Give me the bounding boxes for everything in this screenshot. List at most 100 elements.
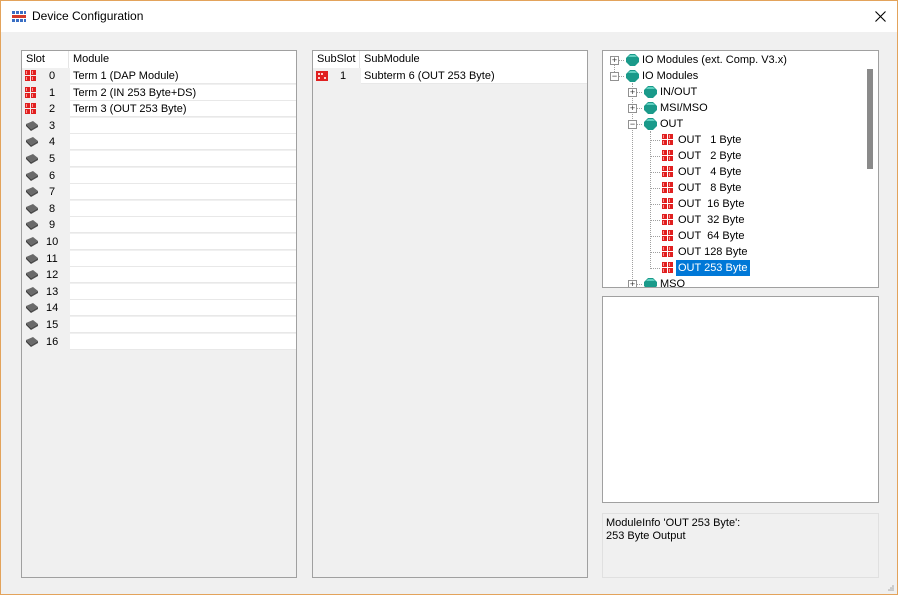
- module-info-title: ModuleInfo 'OUT 253 Byte':: [606, 517, 741, 529]
- slot-module-table[interactable]: Slot Module 0 Term 1 (DAP Module) 1 Term 2 …: [21, 50, 297, 578]
- module-info-description: 253 Byte Output: [606, 530, 686, 542]
- resize-grip-icon[interactable]: [887, 584, 895, 592]
- module-red-icon: [662, 262, 673, 273]
- slot-row[interactable]: 6: [22, 167, 296, 184]
- empty-slot-icon: [26, 120, 38, 131]
- expand-icon[interactable]: +: [628, 104, 637, 113]
- device-configuration-window: Device Configuration Slot Module 0 Term 1…: [0, 0, 898, 595]
- module-red-icon: [662, 230, 673, 241]
- slot-column-header[interactable]: Slot: [22, 51, 69, 68]
- slot-row[interactable]: 10: [22, 234, 296, 250]
- module-name: [70, 317, 296, 333]
- empty-slot-icon: [26, 303, 38, 314]
- tree-node-label: OUT 128 Byte: [678, 246, 748, 258]
- module-name: [70, 250, 296, 267]
- slot-row[interactable]: 11: [22, 250, 296, 267]
- tree-node-label: OUT 1 Byte: [678, 134, 742, 146]
- expand-icon[interactable]: +: [628, 88, 637, 97]
- slot-number: 5: [48, 153, 56, 165]
- submodule-name: Subterm 6 (OUT 253 Byte): [361, 68, 587, 84]
- empty-slot-icon: [26, 203, 38, 214]
- module-name: [70, 333, 296, 350]
- expand-icon[interactable]: +: [628, 280, 637, 287]
- slot-row[interactable]: 13: [22, 283, 296, 300]
- slot-row[interactable]: 12: [22, 267, 296, 284]
- slot-number: 15: [46, 319, 59, 331]
- module-catalog-tree[interactable]: + IO Modules (ext. Comp. V3.x) − IO Modules…: [602, 50, 879, 288]
- tree-node-label: MSO: [660, 278, 686, 288]
- slot-row[interactable]: 3: [22, 117, 296, 134]
- module-red-icon: [662, 198, 673, 209]
- module-name: Term 2 (IN 253 Byte+DS): [70, 84, 296, 101]
- slot-row[interactable]: 15: [22, 317, 296, 333]
- device-config-app-icon: [11, 10, 27, 23]
- tree-node-label: OUT 64 Byte: [678, 230, 745, 242]
- module-group-icon: [644, 86, 657, 98]
- collapse-icon[interactable]: −: [628, 120, 637, 129]
- slot-number: 13: [46, 285, 59, 298]
- empty-slot-icon: [26, 137, 38, 148]
- module-group-icon: [644, 118, 657, 130]
- slot-row[interactable]: 7: [22, 184, 296, 201]
- module-info-box: ModuleInfo 'OUT 253 Byte': 253 Byte Outp…: [602, 513, 879, 578]
- tree-node-label: OUT 8 Byte: [678, 182, 742, 194]
- tree-node-label: OUT: [660, 118, 684, 130]
- slot-row[interactable]: 1 Term 2 (IN 253 Byte+DS): [22, 84, 296, 101]
- empty-slot-icon: [26, 220, 38, 231]
- tree-node-label: OUT 2 Byte: [678, 150, 742, 162]
- empty-slot-icon: [26, 187, 38, 198]
- slot-number: 16: [46, 335, 59, 348]
- empty-slot-icon: [26, 253, 38, 264]
- module-name: [70, 217, 296, 234]
- slot-number: 6: [48, 169, 56, 182]
- module-properties-area: [602, 296, 879, 503]
- slot-row[interactable]: 8: [22, 200, 296, 217]
- module-name: Term 3 (OUT 253 Byte): [70, 101, 296, 118]
- module-name: [70, 151, 296, 167]
- empty-slot-icon: [26, 154, 38, 164]
- expand-icon[interactable]: +: [610, 56, 619, 65]
- slot-row[interactable]: 5: [22, 151, 296, 167]
- slot-row[interactable]: 9: [22, 217, 296, 234]
- module-red-icon: [25, 103, 36, 115]
- submodule-column-header[interactable]: SubModule: [360, 51, 587, 68]
- module-red-icon: [662, 214, 673, 225]
- module-name: Term 1 (DAP Module): [70, 68, 296, 84]
- module-red-icon: [25, 86, 36, 98]
- tree-node-label: IO Modules (ext. Comp. V3.x): [642, 54, 787, 66]
- slot-row[interactable]: 2 Term 3 (OUT 253 Byte): [22, 101, 296, 118]
- tree-node-label: OUT 16 Byte: [678, 198, 745, 210]
- subslot-column-header[interactable]: SubSlot: [313, 51, 360, 68]
- module-column-header[interactable]: Module: [69, 51, 296, 68]
- submodule-red-icon: [316, 71, 328, 81]
- tree-scrollbar[interactable]: [862, 51, 878, 287]
- empty-slot-icon: [26, 237, 38, 247]
- scrollbar-thumb[interactable]: [867, 69, 873, 169]
- tree-node-label: IN/OUT: [660, 86, 698, 98]
- slot-number: 0: [48, 70, 56, 82]
- window-title: Device Configuration: [32, 9, 144, 23]
- collapse-icon[interactable]: −: [610, 72, 619, 81]
- slot-row[interactable]: 14: [22, 300, 296, 317]
- subslot-submodule-table[interactable]: SubSlot SubModule 1 Subterm 6 (OUT 253 B…: [312, 50, 588, 578]
- empty-slot-icon: [26, 170, 38, 181]
- module-group-icon: [644, 278, 657, 287]
- slot-number: 10: [46, 236, 59, 248]
- module-name: [70, 283, 296, 300]
- slot-row[interactable]: 16: [22, 333, 296, 350]
- empty-slot-icon: [26, 336, 38, 347]
- slot-number: 14: [46, 302, 59, 315]
- subslot-number: 1: [339, 70, 347, 82]
- close-button[interactable]: [863, 1, 897, 32]
- slot-number: 3: [48, 119, 56, 132]
- slot-row[interactable]: 4: [22, 134, 296, 151]
- subslot-row[interactable]: 1 Subterm 6 (OUT 253 Byte): [313, 68, 587, 84]
- module-red-icon: [25, 70, 36, 81]
- slot-number: 4: [48, 136, 56, 149]
- module-red-icon: [662, 246, 673, 257]
- slot-row[interactable]: 0 Term 1 (DAP Module): [22, 68, 296, 84]
- empty-slot-icon: [26, 286, 38, 297]
- tree-node-label: OUT 253 Byte: [676, 260, 750, 276]
- module-red-icon: [662, 182, 673, 193]
- module-name: [70, 134, 296, 151]
